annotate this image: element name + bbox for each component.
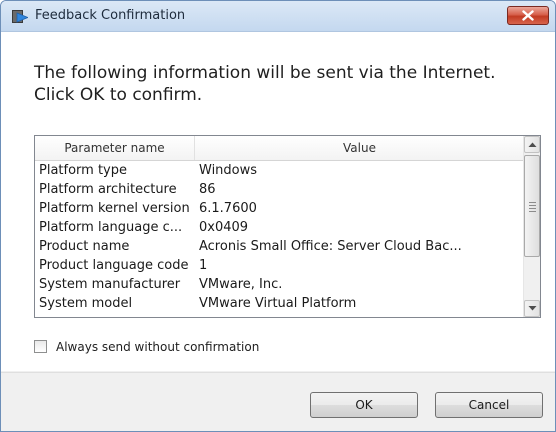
- instruction-text: The following information will be sent v…: [34, 63, 496, 105]
- parameter-name-cell: Platform language c...: [39, 220, 183, 235]
- grip-line: [529, 211, 536, 212]
- parameter-name-cell: Platform kernel version: [39, 201, 190, 216]
- parameter-name-cell: Platform architecture: [39, 182, 177, 197]
- column-header-value[interactable]: Value: [195, 136, 524, 160]
- parameter-list[interactable]: Parameter name Value Platform type Windo…: [34, 135, 541, 318]
- parameter-value-cell: Windows: [199, 163, 258, 178]
- list-rows: Platform type Windows Platform architect…: [35, 161, 524, 313]
- parameter-name-cell: Product language code: [39, 258, 189, 273]
- grip-line: [529, 208, 536, 209]
- list-row[interactable]: System model VMware Virtual Platform: [35, 294, 524, 313]
- parameter-value-cell: 6.1.7600: [199, 201, 257, 216]
- list-row[interactable]: Platform architecture 86: [35, 180, 524, 199]
- parameter-name-cell: System manufacturer: [39, 277, 181, 292]
- dialog-content: The following information will be sent v…: [1, 32, 555, 371]
- parameter-value-cell: 0x0409: [199, 220, 249, 235]
- parameter-value-cell: 86: [199, 182, 216, 197]
- arrow-down-icon: [528, 306, 537, 311]
- list-row[interactable]: Product language code 1: [35, 256, 524, 275]
- list-row[interactable]: Platform language c... 0x0409: [35, 218, 524, 237]
- window-title: Feedback Confirmation: [35, 8, 186, 23]
- column-header-parameter-name[interactable]: Parameter name: [35, 136, 195, 160]
- list-row[interactable]: Platform type Windows: [35, 161, 524, 180]
- close-button[interactable]: [507, 6, 549, 25]
- app-icon: [12, 9, 30, 23]
- list-row[interactable]: Platform kernel version 6.1.7600: [35, 199, 524, 218]
- parameter-value-cell: Acronis Small Office: Server Cloud Bac..…: [199, 239, 462, 254]
- parameter-name-cell: System model: [39, 296, 133, 311]
- parameter-value-cell: VMware, Inc.: [199, 277, 283, 292]
- arrow-up-icon: [528, 142, 537, 147]
- title-bar[interactable]: Feedback Confirmation: [1, 1, 555, 32]
- parameter-value-cell: 1: [199, 258, 208, 273]
- scroll-down-button[interactable]: [524, 300, 540, 317]
- list-header: Parameter name Value: [35, 136, 524, 161]
- parameter-value-cell: VMware Virtual Platform: [199, 296, 357, 311]
- scroll-up-button[interactable]: [524, 136, 540, 153]
- list-row[interactable]: Product name Acronis Small Office: Serve…: [35, 237, 524, 256]
- vertical-scrollbar[interactable]: [523, 136, 540, 317]
- ok-button[interactable]: OK: [310, 392, 418, 418]
- scroll-thumb[interactable]: [524, 155, 540, 257]
- button-bar: OK Cancel: [1, 372, 555, 431]
- parameter-name-cell: Product name: [39, 239, 130, 254]
- list-row[interactable]: System manufacturer VMware, Inc.: [35, 275, 524, 294]
- grip-line: [529, 205, 536, 206]
- always-send-checkbox[interactable]: [34, 340, 47, 353]
- always-send-label[interactable]: Always send without confirmation: [56, 339, 259, 355]
- dialog-window: Feedback Confirmation The following info…: [0, 0, 556, 432]
- parameter-name-cell: Platform type: [39, 163, 127, 178]
- close-icon: [522, 10, 534, 21]
- grip-line: [529, 202, 536, 203]
- cancel-button[interactable]: Cancel: [435, 392, 543, 418]
